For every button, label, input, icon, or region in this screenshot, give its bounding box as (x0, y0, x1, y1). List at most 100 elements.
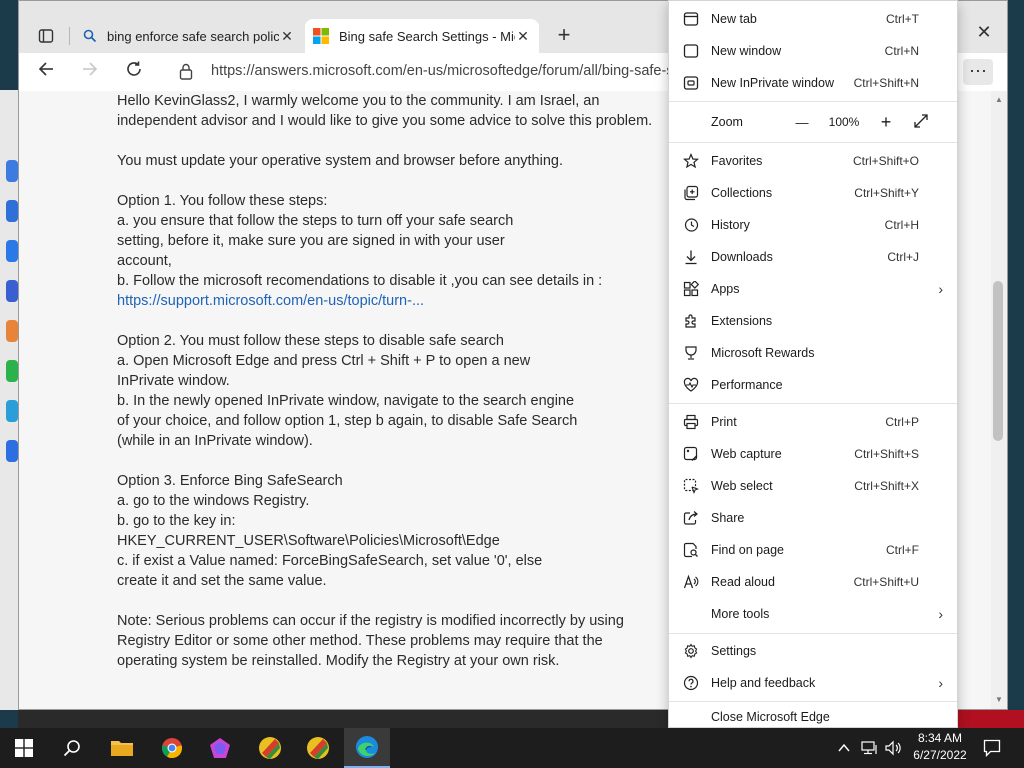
desktop-app-icon (6, 280, 18, 302)
taskbar-edge[interactable] (344, 728, 390, 768)
chevron-up-icon (838, 743, 850, 752)
desktop-app-icon (6, 440, 18, 462)
menu-shortcut: Ctrl+Shift+Y (854, 186, 919, 200)
settings-and-more-button[interactable]: ··· (963, 59, 993, 85)
menu-item-new-window[interactable]: New window Ctrl+N (669, 35, 957, 67)
menu-item-downloads[interactable]: Downloads Ctrl+J (669, 241, 957, 273)
menu-item-web-capture[interactable]: Web capture Ctrl+Shift+S (669, 438, 957, 470)
read-aloud-icon (681, 572, 701, 592)
menu-divider (669, 142, 957, 143)
taskbar-app[interactable] (304, 734, 332, 762)
menu-item-microsoft-rewards[interactable]: Microsoft Rewards (669, 337, 957, 369)
desktop-app-icon (6, 320, 18, 342)
menu-item-close-microsoft-edge[interactable]: Close Microsoft Edge (669, 704, 957, 730)
tab-bing-safe-search-settings[interactable]: Bing safe Search Settings - Micro ✕ (305, 19, 539, 53)
show-hidden-icons-button[interactable] (836, 734, 852, 762)
print-icon (681, 412, 701, 432)
search-icon (83, 29, 97, 43)
answer-paragraph: Option 3. Enforce Bing SafeSearch a. go … (117, 473, 543, 589)
tab-close-icon[interactable]: ✕ (279, 28, 295, 45)
web-select-icon (681, 476, 701, 496)
scroll-down-arrow-icon[interactable]: ▼ (993, 695, 1005, 707)
menu-divider (669, 701, 957, 702)
taskbar-app[interactable] (256, 734, 284, 762)
menu-shortcut: Ctrl+T (886, 12, 919, 26)
favorites-icon (681, 151, 701, 171)
search-button[interactable] (58, 734, 86, 762)
settings-icon (681, 641, 701, 661)
menu-item-zoom: Zoom — 100% + (669, 106, 957, 138)
share-icon (681, 508, 701, 528)
menu-item-collections[interactable]: Collections Ctrl+Shift+Y (669, 177, 957, 209)
menu-item-new-tab[interactable]: New tab Ctrl+T (669, 3, 957, 35)
tab-actions-button[interactable] (33, 23, 59, 49)
taskbar-app[interactable] (206, 734, 234, 762)
volume-button[interactable] (884, 734, 904, 762)
menu-item-performance[interactable]: Performance (669, 369, 957, 401)
forward-button[interactable] (75, 59, 105, 85)
address-bar[interactable]: https://answers.microsoft.com/en-us/micr… (211, 63, 671, 83)
scrollbar-thumb[interactable] (993, 281, 1003, 441)
taskbar (0, 728, 1024, 768)
performance-icon (681, 375, 701, 395)
menu-item-settings[interactable]: Settings (669, 635, 957, 667)
menu-shortcut: Ctrl+Shift+S (854, 447, 919, 461)
menu-shortcut: Ctrl+N (884, 44, 919, 58)
menu-shortcut: Ctrl+H (884, 218, 919, 232)
menu-item-share[interactable]: Share (669, 502, 957, 534)
menu-item-extensions[interactable]: Extensions (669, 305, 957, 337)
menu-item-new-inprivate-window[interactable]: New InPrivate window Ctrl+Shift+N (669, 67, 957, 99)
tab-title: bing enforce safe search policy w (107, 28, 279, 44)
lock-icon[interactable] (179, 63, 195, 81)
menu-item-print[interactable]: Print Ctrl+P (669, 406, 957, 438)
clock-time: 8:34 AM (917, 731, 963, 745)
page-scrollbar[interactable]: ▲ ▼ (991, 91, 1007, 709)
web-capture-icon (681, 444, 701, 464)
window-close-button[interactable]: ✕ (971, 19, 997, 45)
scroll-up-arrow-icon[interactable]: ▲ (993, 95, 1005, 107)
tab-close-icon[interactable]: ✕ (515, 28, 531, 45)
start-button[interactable] (10, 734, 38, 762)
app-icon (259, 737, 281, 759)
chrome-icon (161, 738, 183, 759)
app-icon (210, 738, 230, 758)
microsoft-logo-icon (313, 28, 329, 44)
menu-item-history[interactable]: History Ctrl+H (669, 209, 957, 241)
extensions-icon (681, 311, 701, 331)
history-icon (681, 215, 701, 235)
menu-shortcut: Ctrl+F (886, 543, 919, 557)
notification-icon (983, 739, 1001, 757)
rewards-icon (681, 343, 701, 363)
new-tab-button[interactable]: + (551, 23, 577, 49)
taskbar-file-explorer[interactable] (108, 734, 136, 762)
refresh-button[interactable] (119, 59, 149, 85)
support-link[interactable]: https://support.microsoft.com/en-us/topi… (117, 293, 424, 309)
zoom-in-button[interactable]: + (873, 112, 899, 133)
menu-item-favorites[interactable]: Favorites Ctrl+Shift+O (669, 145, 957, 177)
back-button[interactable] (31, 59, 61, 85)
folder-icon (111, 741, 133, 756)
zoom-controls: — 100% + (789, 112, 943, 133)
answer-body: Hello KevinGlass2, I warmly welcome you … (117, 91, 657, 671)
menu-item-read-aloud[interactable]: Read aloud Ctrl+Shift+U (669, 566, 957, 598)
speaker-icon (885, 740, 901, 756)
help-icon (681, 673, 701, 693)
forward-arrow-icon (83, 62, 98, 76)
network-button[interactable] (860, 734, 880, 762)
notifications-button[interactable] (980, 734, 1004, 762)
taskbar-chrome[interactable] (158, 734, 186, 762)
menu-shortcut: Ctrl+P (885, 415, 919, 429)
menu-item-more-tools[interactable]: More tools › (669, 598, 957, 630)
menu-item-help-and-feedback[interactable]: Help and feedback › (669, 667, 957, 699)
system-clock[interactable]: 8:34 AM 6/27/2022 (906, 730, 974, 766)
desktop-left-edge (0, 90, 18, 710)
menu-item-web-select[interactable]: Web select Ctrl+Shift+X (669, 470, 957, 502)
fullscreen-button[interactable] (899, 113, 943, 132)
menu-item-apps[interactable]: Apps › (669, 273, 957, 305)
find-icon (681, 540, 701, 560)
zoom-out-button[interactable]: — (789, 115, 815, 130)
tab-bing-search[interactable]: bing enforce safe search policy w ✕ (75, 19, 303, 53)
answer-paragraph: Option 2. You must follow these steps to… (117, 333, 578, 449)
edge-icon (356, 736, 378, 758)
menu-item-find-on-page[interactable]: Find on page Ctrl+F (669, 534, 957, 566)
